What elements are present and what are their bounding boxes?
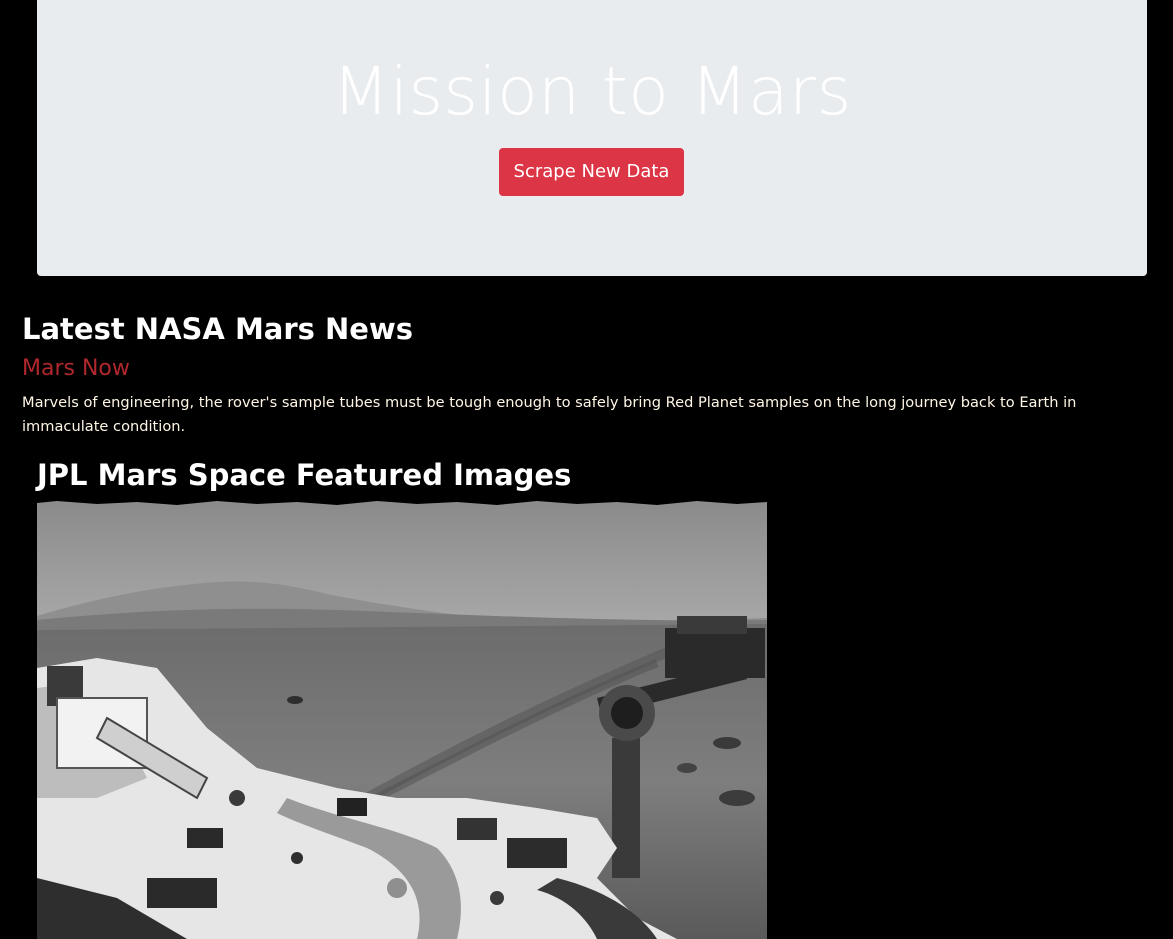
jumbotron: Mission to Mars Scrape New Data [37,0,1147,276]
featured-mars-image [37,498,767,939]
news-paragraph: Marvels of engineering, the rover's samp… [22,394,1077,435]
page-title: Mission to Mars [332,53,852,130]
featured-images-heading: JPL Mars Space Featured Images [37,458,572,492]
news-section-heading: Latest NASA Mars News [22,312,414,346]
scrape-new-data-button[interactable]: Scrape New Data [499,148,684,196]
news-title: Mars Now [22,356,130,381]
